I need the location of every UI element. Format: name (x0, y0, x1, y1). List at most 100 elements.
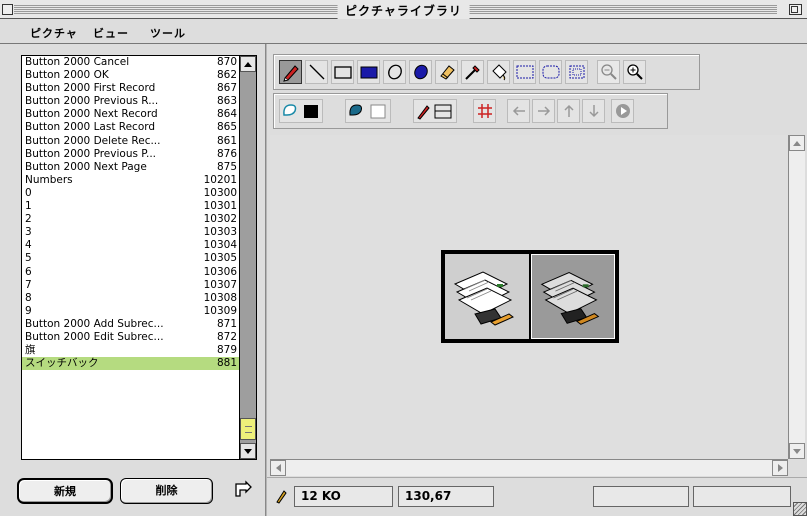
list-item[interactable]: スイッチバック 881 (22, 357, 239, 371)
list-item[interactable]: 9 10309 (22, 305, 239, 318)
list-item[interactable]: Button 2000 OK 862 (22, 69, 239, 82)
eyedropper-tool-icon[interactable] (461, 60, 484, 84)
list-item[interactable]: 5 10305 (22, 252, 239, 265)
down-arrow-icon (244, 449, 252, 454)
list-item[interactable]: 7 10307 (22, 279, 239, 292)
list-item[interactable]: 6 10306 (22, 266, 239, 279)
canvas-scroll-right-button[interactable] (772, 460, 788, 476)
nudge-right-icon[interactable] (532, 99, 555, 123)
scroll-thumb[interactable] (240, 418, 256, 440)
list-item[interactable]: Button 2000 Edit Subrec... 872 (22, 331, 239, 344)
list-item[interactable]: Button 2000 Previous P... 876 (22, 148, 239, 161)
menu-tools[interactable]: ツール (150, 25, 186, 41)
list-item-name: 旗 (25, 344, 36, 357)
list-item[interactable]: Button 2000 Next Record 864 (22, 108, 239, 121)
list-item[interactable]: Button 2000 First Record 867 (22, 82, 239, 95)
canvas-scroll-left-button[interactable] (270, 460, 286, 476)
zoom-box[interactable] (789, 4, 802, 15)
list-item-name: 5 (25, 252, 32, 265)
status-bar: 12 KO 130,67 (267, 477, 807, 516)
nudge-down-icon[interactable] (582, 99, 605, 123)
list-item-name: Button 2000 Next Record (25, 108, 158, 121)
scroll-up-button[interactable] (240, 56, 256, 72)
list-item[interactable]: 3 10303 (22, 226, 239, 239)
eraser-tool-icon[interactable] (435, 60, 458, 84)
list-item-id: 10302 (203, 213, 237, 226)
list-scrollbar[interactable] (239, 56, 256, 459)
list-item-name: Button 2000 OK (25, 69, 109, 82)
list-item[interactable]: Button 2000 Next Page 875 (22, 161, 239, 174)
list-item-id: 10304 (203, 239, 237, 252)
zoom-out-icon[interactable] (597, 60, 620, 84)
list-item-id: 10308 (203, 291, 237, 304)
list-item-id: 872 (216, 330, 237, 343)
list-item-id: 861 (216, 134, 237, 147)
list-item[interactable]: Numbers 10201 (22, 174, 239, 187)
foreground-color-swatch[interactable] (279, 99, 323, 123)
oval-tool-icon[interactable] (383, 60, 406, 84)
menu-view[interactable]: ビュー (93, 25, 129, 41)
status-field-4 (693, 486, 791, 507)
rectangle-tool-icon[interactable] (331, 60, 354, 84)
grid-toggle-icon[interactable] (473, 99, 496, 123)
window-title-bar[interactable]: ピクチャライブラリ (0, 0, 807, 19)
canvas-horizontal-scrollbar[interactable] (270, 459, 788, 476)
list-item[interactable]: 4 10304 (22, 239, 239, 252)
list-item-id: 10305 (203, 252, 237, 265)
right-arrow-icon (778, 464, 783, 472)
pencil-status-icon (274, 488, 288, 504)
new-button[interactable]: 新規 (17, 478, 113, 504)
import-arrow-icon[interactable] (232, 478, 254, 500)
scroll-down-button[interactable] (240, 443, 256, 459)
color-toolbar (273, 93, 668, 129)
canvas-scroll-down-button[interactable] (789, 443, 805, 459)
picture-list[interactable]: Button 2000 Cancel 870 Button 2000 OK 862 Bu… (21, 55, 257, 460)
resize-grip[interactable] (793, 502, 807, 516)
list-item-id: 876 (216, 147, 237, 160)
canvas-scroll-up-button[interactable] (789, 135, 805, 151)
list-item-id: 867 (216, 82, 237, 95)
list-item[interactable]: 旗 879 (22, 344, 239, 357)
pane-divider[interactable] (265, 44, 267, 516)
pen-color-swatch[interactable] (413, 99, 457, 123)
filled-rectangle-tool-icon[interactable] (357, 60, 380, 84)
paint-bucket-tool-icon[interactable] (487, 60, 510, 84)
list-item[interactable]: 1 10301 (22, 200, 239, 213)
pencil-tool-icon[interactable] (279, 60, 302, 84)
filled-oval-tool-icon[interactable] (409, 60, 432, 84)
list-item-name: 0 (25, 186, 32, 199)
list-item[interactable]: 8 10308 (22, 292, 239, 305)
list-item-name: Button 2000 Edit Subrec... (25, 330, 164, 343)
list-item-id: 881 (216, 357, 237, 370)
list-item[interactable]: 2 10302 (22, 213, 239, 226)
list-item[interactable]: Button 2000 Cancel 870 (22, 56, 239, 69)
rect-select-tool-icon[interactable] (513, 60, 536, 84)
line-tool-icon[interactable] (305, 60, 328, 84)
magic-select-tool-icon[interactable] (565, 60, 588, 84)
list-item-id: 871 (216, 317, 237, 330)
list-item-id: 863 (216, 95, 237, 108)
lasso-select-tool-icon[interactable] (539, 60, 562, 84)
picture-preview[interactable] (441, 250, 619, 343)
play-icon[interactable] (611, 99, 634, 123)
status-field-3 (593, 486, 689, 507)
list-item[interactable]: Button 2000 Last Record 865 (22, 121, 239, 134)
list-item-id: 875 (216, 160, 237, 173)
list-item[interactable]: Button 2000 Previous R... 863 (22, 95, 239, 108)
zoom-in-icon[interactable] (623, 60, 646, 84)
list-item[interactable]: Button 2000 Delete Rec... 861 (22, 135, 239, 148)
list-item-name: スイッチバック (25, 357, 99, 370)
list-item-name: Button 2000 Last Record (25, 121, 156, 134)
menu-picture[interactable]: ピクチャ (30, 25, 78, 41)
list-item-name: 9 (25, 304, 32, 317)
nudge-left-icon[interactable] (507, 99, 530, 123)
window-title: ピクチャライブラリ (337, 2, 470, 19)
close-box[interactable] (2, 4, 13, 15)
background-color-swatch[interactable] (345, 99, 391, 123)
list-item-name: Button 2000 Cancel (25, 56, 130, 68)
list-item[interactable]: Button 2000 Add Subrec... 871 (22, 318, 239, 331)
delete-button[interactable]: 削除 (120, 478, 213, 504)
canvas-vertical-scrollbar[interactable] (788, 135, 805, 459)
list-item[interactable]: 0 10300 (22, 187, 239, 200)
nudge-up-icon[interactable] (557, 99, 580, 123)
